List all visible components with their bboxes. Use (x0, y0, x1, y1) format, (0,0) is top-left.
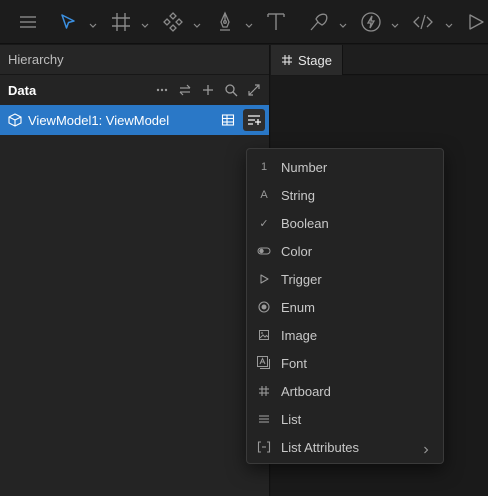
add-icon[interactable] (199, 81, 217, 99)
tab-stage[interactable]: Stage (271, 45, 343, 75)
menu-item-label: Number (281, 159, 328, 175)
menu-item-label: List Attributes (281, 439, 360, 455)
menu-item-font[interactable]: Font (247, 349, 443, 377)
menu-item-label: String (281, 187, 315, 203)
more-icon[interactable] (153, 81, 171, 99)
view-model-actions (217, 109, 265, 131)
swap-icon[interactable] (176, 81, 194, 99)
color-swatch-icon (247, 246, 281, 256)
chevron-down-icon[interactable] (391, 18, 399, 28)
font-icon (247, 355, 281, 371)
lightning-icon[interactable] (360, 10, 382, 34)
menu-item-label: Enum (281, 299, 315, 315)
menu-item-label: Image (281, 327, 318, 343)
component-diamonds-icon[interactable] (162, 10, 184, 34)
menu-item-color[interactable]: Color (247, 237, 443, 265)
data-section-title: Data (8, 82, 37, 98)
chevron-down-icon[interactable] (245, 18, 253, 28)
number-icon: 1 (260, 161, 268, 173)
data-actions (153, 75, 263, 105)
text-tool-icon[interactable] (265, 10, 287, 34)
tab-stage-label: Stage (298, 52, 332, 68)
menu-item-trigger[interactable]: Trigger (247, 265, 443, 293)
view-model-row[interactable]: ViewModel1: ViewModel (0, 105, 269, 135)
hash-icon (281, 54, 293, 66)
hierarchy-panel: Hierarchy Data ViewModel1: ViewModel (0, 45, 270, 496)
menu-item-label: Artboard (281, 383, 331, 399)
table-icon[interactable] (217, 109, 239, 131)
menu-item-image[interactable]: Image (247, 321, 443, 349)
menu-item-label: Color (281, 243, 313, 259)
data-section-header: Data (0, 75, 269, 105)
code-icon[interactable] (412, 10, 434, 34)
menu-item-artboard[interactable]: Artboard (247, 377, 443, 405)
add-property-button[interactable] (243, 109, 265, 131)
image-icon (247, 329, 281, 341)
list-attributes-bracket-icon (247, 441, 281, 453)
expand-icon[interactable] (245, 81, 263, 99)
menu-item-enum[interactable]: Enum (247, 293, 443, 321)
trigger-play-icon (247, 274, 281, 284)
menu-item-string[interactable]: A String (247, 181, 443, 209)
list-lines-icon (247, 413, 281, 425)
chevron-down-icon[interactable] (141, 18, 149, 28)
hamburger-menu-icon[interactable] (18, 10, 38, 34)
panel-title: Hierarchy (0, 45, 269, 75)
string-icon: A (260, 189, 268, 201)
menu-item-number[interactable]: 1 Number (247, 153, 443, 181)
menu-item-boolean[interactable]: ✓ Boolean (247, 209, 443, 237)
chevron-down-icon[interactable] (445, 18, 453, 28)
menu-item-list-attributes[interactable]: List Attributes (247, 433, 443, 461)
search-icon[interactable] (222, 81, 240, 99)
view-model-label: ViewModel1: ViewModel (28, 112, 170, 128)
enum-radio-icon (247, 301, 281, 313)
menu-item-label: Font (281, 355, 308, 371)
play-icon[interactable] (466, 10, 486, 34)
top-toolbar (0, 0, 488, 44)
chevron-down-icon[interactable] (339, 18, 347, 28)
chevron-down-icon[interactable] (193, 18, 201, 28)
menu-item-label: Boolean (281, 215, 329, 231)
stage-tab-bar: Stage (271, 45, 488, 75)
bone-tool-icon[interactable] (308, 10, 330, 34)
menu-item-label: List (281, 411, 302, 427)
checkmark-icon: ✓ (259, 217, 269, 230)
artboard-hash-icon (247, 385, 281, 397)
add-property-menu: 1 Number A String ✓ Boolean Color Trigge… (246, 148, 444, 464)
menu-item-list[interactable]: List (247, 405, 443, 433)
menu-item-label: Trigger (281, 271, 322, 287)
select-arrow-icon[interactable] (58, 10, 78, 34)
pen-tool-icon[interactable] (214, 10, 236, 34)
chevron-down-icon[interactable] (89, 18, 97, 28)
frame-hash-icon[interactable] (110, 10, 132, 34)
chevron-right-icon (423, 442, 429, 457)
cube-icon (8, 113, 22, 127)
